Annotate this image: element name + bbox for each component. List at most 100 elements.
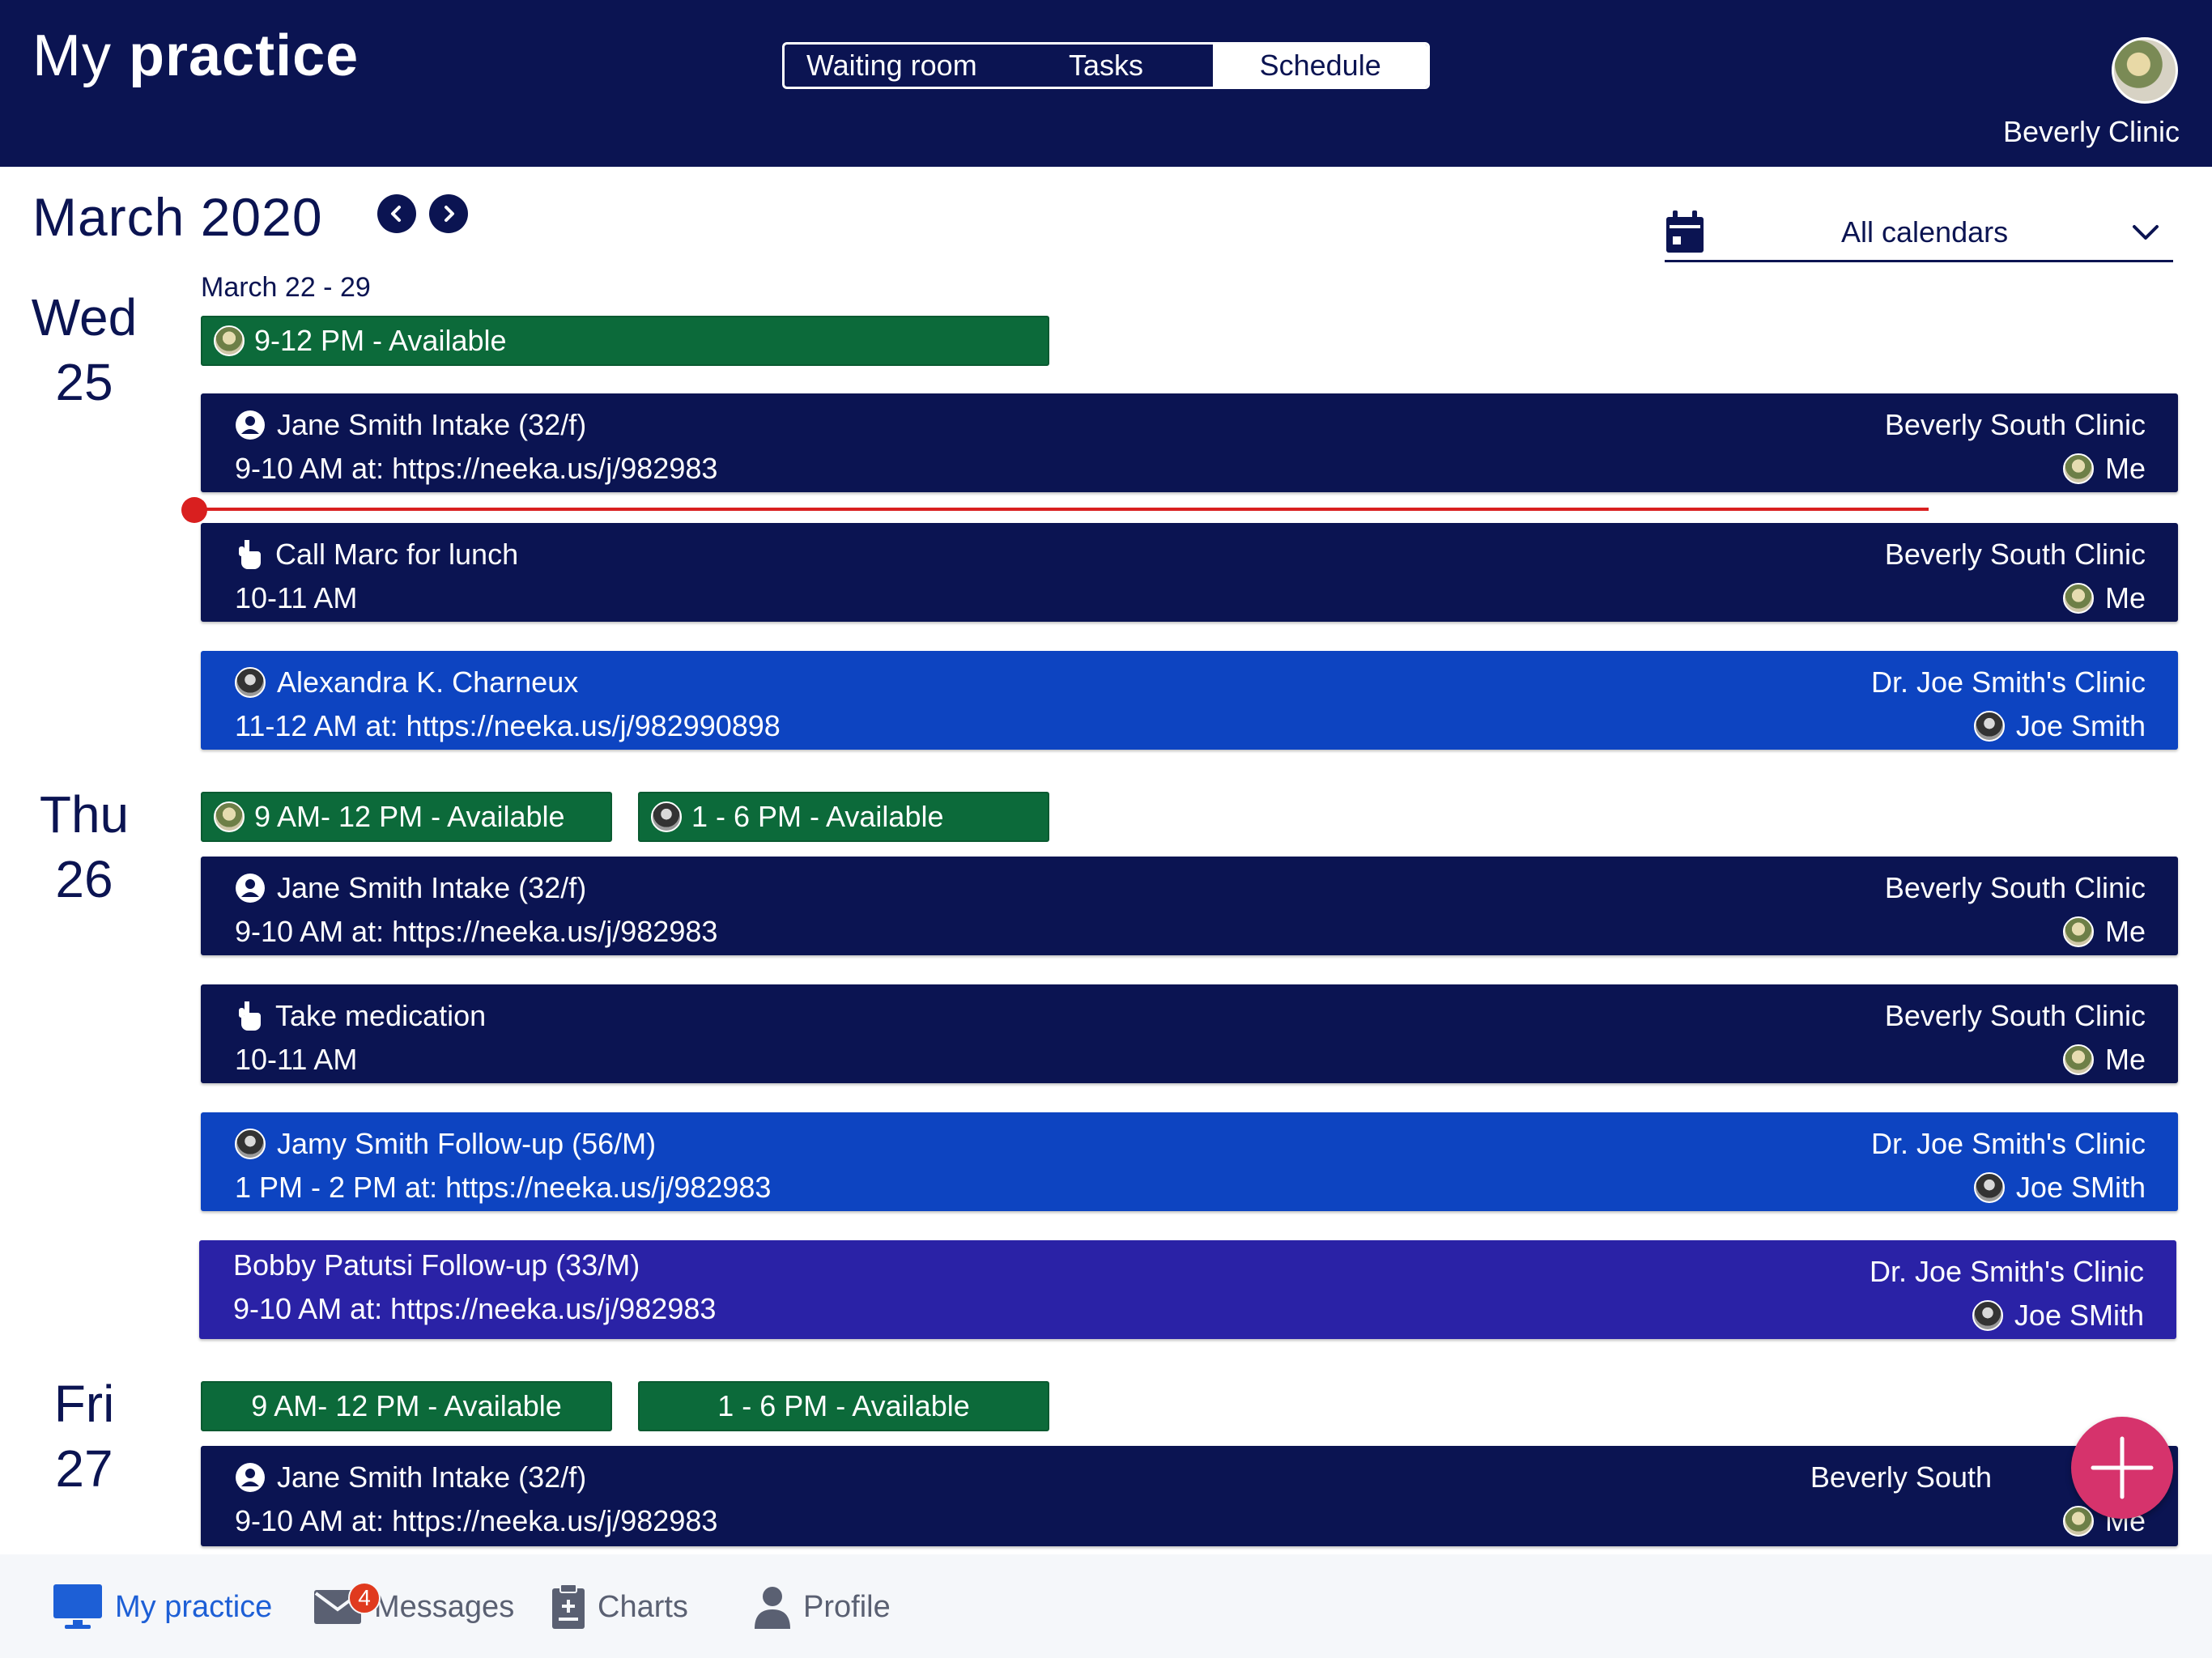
availability-label: 9 AM- 12 PM - Available	[251, 1389, 562, 1422]
availability-block[interactable]: 9 AM- 12 PM - Available	[201, 792, 612, 842]
clinic-avatar[interactable]	[2112, 37, 2178, 104]
event-card[interactable]: Bobby Patutsi Follow-up (33/M) 9-10 AM a…	[199, 1240, 2176, 1339]
title-part-practice: practice	[129, 23, 359, 88]
nav-messages[interactable]: 4 Messages	[313, 1579, 514, 1635]
nav-my-practice[interactable]: My practice	[52, 1579, 272, 1635]
availability-block[interactable]: 1 - 6 PM - Available	[638, 792, 1049, 842]
calendar-filter-select[interactable]: All calendars	[1665, 204, 2173, 262]
event-card[interactable]: Take medication 10-11 AM Beverly South C…	[201, 984, 2178, 1083]
tab-schedule[interactable]: Schedule	[1213, 45, 1427, 87]
event-clinic: Dr. Joe Smith's Clinic	[1871, 665, 2146, 699]
event-title: Jane Smith Intake (32/f)	[235, 1460, 586, 1494]
day-label-thu: Thu 26	[19, 782, 149, 912]
month-label: March 2020	[32, 187, 323, 247]
assignee-name: Me	[2104, 452, 2146, 485]
event-title: Bobby Patutsi Follow-up (33/M)	[233, 1248, 640, 1282]
nav-profile[interactable]: Profile	[753, 1579, 891, 1635]
hand-icon	[239, 1001, 261, 1031]
event-subtitle: 10-11 AM	[235, 1043, 358, 1076]
avatar-me-icon	[214, 325, 245, 356]
day-number: 27	[55, 1439, 113, 1498]
event-assignee: Joe SMith	[1972, 1299, 2144, 1333]
person-icon	[236, 874, 265, 903]
assignee-name: Joe SMith	[2014, 1299, 2144, 1332]
current-time-line	[194, 508, 1929, 511]
event-clinic: Beverly South Clinic	[1884, 538, 2146, 571]
avatar-joe-icon	[1973, 1172, 2005, 1203]
event-subtitle: 9-10 AM at: https://neeka.us/j/982983	[233, 1292, 717, 1325]
event-clinic: Beverly South Clinic	[1884, 871, 2146, 904]
day-label-wed: Wed 25	[19, 285, 149, 414]
assignee-name: Me	[2104, 581, 2146, 614]
event-assignee: Me	[2062, 1043, 2146, 1077]
availability-block[interactable]: 9 AM- 12 PM - Available	[201, 1381, 612, 1431]
assignee-name: Me	[2104, 915, 2146, 948]
event-title: Take medication	[235, 999, 486, 1033]
availability-block[interactable]: 1 - 6 PM - Available	[638, 1381, 1049, 1431]
clinic-name[interactable]: Beverly Clinic	[2003, 115, 2180, 149]
nav-charts[interactable]: Charts	[551, 1579, 688, 1635]
prev-month-button[interactable]	[377, 194, 416, 233]
event-card[interactable]: Jane Smith Intake (32/f) 9-10 AM at: htt…	[201, 857, 2178, 955]
event-card[interactable]: Jane Smith Intake (32/f) 9-10 AM at: htt…	[201, 393, 2178, 492]
bottom-navigation: My practice 4 Messages Charts Profile	[0, 1554, 2212, 1658]
nav-label: Messages	[374, 1589, 515, 1624]
availability-label: 1 - 6 PM - Available	[717, 1389, 970, 1422]
event-card[interactable]: Jane Smith Intake (32/f) 9-10 AM at: htt…	[201, 1446, 2178, 1546]
avatar-joe-icon	[235, 1129, 266, 1159]
nav-label: Charts	[598, 1589, 688, 1624]
assignee-name: Me	[2104, 1043, 2146, 1076]
tab-waiting-room[interactable]: Waiting room	[785, 45, 999, 87]
event-subtitle: 9-10 AM at: https://neeka.us/j/982983	[235, 1504, 718, 1537]
chevron-right-icon	[445, 206, 454, 222]
event-title-text: Jane Smith Intake (32/f)	[277, 1460, 587, 1494]
unread-badge: 4	[348, 1582, 381, 1614]
calendar-filter-value: All calendars	[1841, 215, 2009, 249]
event-title-text: Alexandra K. Charneux	[277, 665, 579, 699]
event-clinic: Beverly South	[1810, 1460, 1992, 1494]
person-icon	[236, 410, 265, 440]
availability-label: 1 - 6 PM - Available	[691, 800, 944, 833]
event-title-text: Jane Smith Intake (32/f)	[277, 871, 587, 904]
avatar-me-icon	[2062, 1506, 2094, 1537]
weekday: Thu	[39, 785, 130, 844]
chevron-down-icon	[2133, 225, 2159, 240]
day-label-fri: Fri 27	[19, 1371, 149, 1501]
event-subtitle: 9-10 AM at: https://neeka.us/j/982983	[235, 915, 718, 948]
tab-tasks[interactable]: Tasks	[999, 45, 1214, 87]
day-number: 25	[55, 353, 113, 411]
person-icon	[236, 1463, 265, 1492]
availability-label: 9 AM- 12 PM - Available	[254, 800, 565, 833]
event-subtitle: 10-11 AM	[235, 581, 358, 614]
event-card[interactable]: Alexandra K. Charneux 11-12 AM at: https…	[201, 651, 2178, 750]
date-range-label: March 22 - 29	[201, 272, 371, 303]
event-assignee: Me	[2062, 915, 2146, 949]
avatar-joe-icon	[1973, 711, 2005, 742]
event-title: Jamy Smith Follow-up (56/M)	[235, 1127, 656, 1161]
current-time-dot	[181, 497, 207, 523]
avatar-joe-icon	[1972, 1300, 2003, 1331]
event-clinic: Beverly South Clinic	[1884, 408, 2146, 441]
plus-icon	[2091, 1436, 2154, 1499]
avatar-me-icon	[2062, 1044, 2094, 1075]
avatar-me-icon	[2062, 916, 2094, 947]
avatar-me-icon	[214, 801, 245, 832]
event-subtitle: 1 PM - 2 PM at: https://neeka.us/j/98298…	[235, 1171, 772, 1204]
next-month-button[interactable]	[429, 194, 468, 233]
title-part-my: My	[32, 23, 112, 88]
event-card[interactable]: Jamy Smith Follow-up (56/M) 1 PM - 2 PM …	[201, 1112, 2178, 1211]
add-event-button[interactable]	[2071, 1417, 2173, 1519]
availability-label: 9-12 PM - Available	[254, 324, 507, 357]
availability-block[interactable]: 9-12 PM - Available	[201, 316, 1049, 366]
avatar-joe-icon	[651, 801, 682, 832]
avatar-me-icon	[2062, 583, 2094, 614]
event-clinic: Dr. Joe Smith's Clinic	[1871, 1127, 2146, 1160]
event-assignee: Joe Smith	[1973, 709, 2146, 743]
nav-label: My practice	[115, 1589, 273, 1624]
person-icon	[755, 1587, 790, 1629]
event-title: Jane Smith Intake (32/f)	[235, 871, 586, 905]
event-title: Jane Smith Intake (32/f)	[235, 408, 586, 442]
event-card[interactable]: Call Marc for lunch 10-11 AM Beverly Sou…	[201, 523, 2178, 622]
weekday: Fri	[53, 1375, 115, 1433]
assignee-name: Joe Smith	[2015, 709, 2146, 742]
